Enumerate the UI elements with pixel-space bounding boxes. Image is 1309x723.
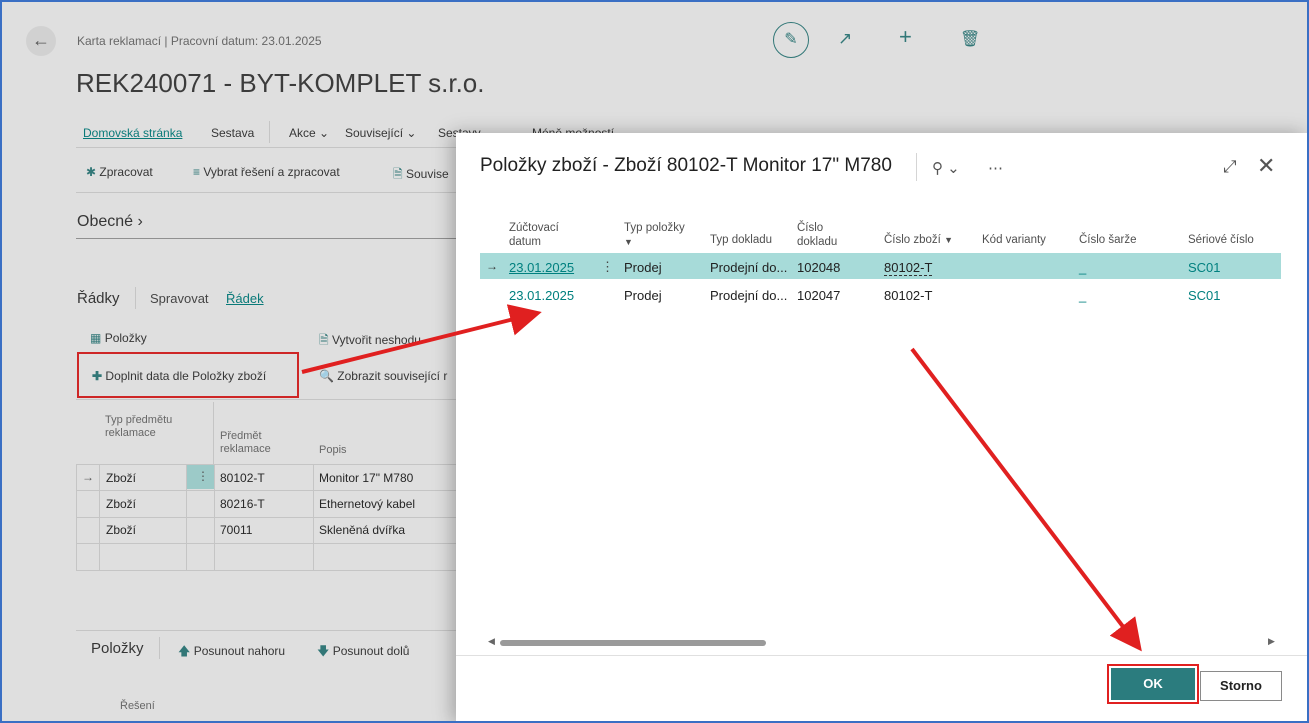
arrow-to-dialog-row [301,304,542,374]
annotation-arrows [301,304,1142,652]
arrow-to-ok-button [910,347,1142,652]
window-frame: ← Karta reklamací | Pracovní datum: 23.0… [0,0,1309,723]
